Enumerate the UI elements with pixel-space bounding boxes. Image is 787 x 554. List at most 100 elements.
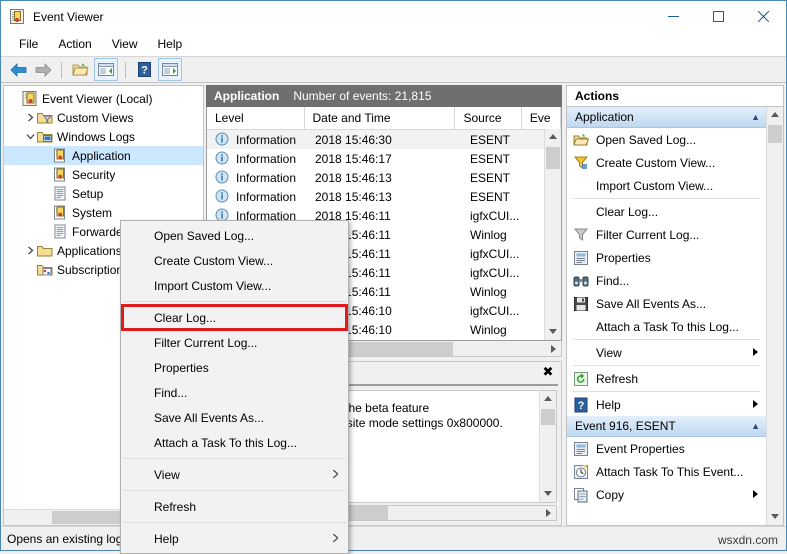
column-source[interactable]: Source [455, 107, 522, 129]
detail-scroll-track[interactable] [540, 407, 556, 486]
tree-item-setup[interactable]: Setup [4, 184, 203, 203]
action-item-refresh[interactable]: Refresh [567, 367, 766, 390]
column-level[interactable]: Level [207, 107, 305, 129]
detail-vertical-scrollbar[interactable] [539, 391, 556, 502]
scroll-right-icon[interactable] [545, 342, 561, 356]
detail-scroll-thumb[interactable] [541, 409, 555, 425]
actions-separator [573, 365, 760, 366]
action-item-help[interactable]: ? Help [567, 393, 766, 416]
watermark: wsxdn.com [717, 533, 778, 547]
forward-icon[interactable] [32, 59, 54, 80]
back-icon[interactable] [7, 59, 29, 80]
context-menu-item-import-custom-view[interactable]: Import Custom View... [121, 273, 348, 298]
tree-item-custom-views[interactable]: Custom Views [4, 108, 203, 127]
tree-item-application[interactable]: Application [4, 146, 203, 165]
minimize-button[interactable] [651, 1, 696, 32]
binoculars-icon [573, 273, 589, 289]
help-icon[interactable]: ? [133, 59, 155, 80]
context-menu-item-find[interactable]: Find... [121, 380, 348, 405]
detail-scroll-right-icon[interactable] [540, 506, 556, 520]
scroll-down-icon[interactable] [545, 324, 561, 340]
context-menu-item-view[interactable]: View [121, 462, 348, 487]
menu-action[interactable]: Action [48, 34, 101, 54]
action-item-label: Find... [596, 273, 630, 288]
column-event-id[interactable]: Eve [522, 107, 561, 129]
svg-text:?: ? [578, 400, 585, 412]
action-item-find[interactable]: Find... [567, 269, 766, 292]
detail-scroll-down-icon[interactable] [540, 486, 556, 502]
context-menu-item-filter-current-log[interactable]: Filter Current Log... [121, 330, 348, 355]
context-menu[interactable]: Open Saved Log... Create Custom View... Im… [120, 220, 349, 554]
tree-item-windows-logs[interactable]: Windows Logs [4, 127, 203, 146]
tree-item-security[interactable]: Security [4, 165, 203, 184]
action-item-import-custom-view[interactable]: Import Custom View... [567, 174, 766, 197]
tree-item-label: Custom Views [57, 110, 134, 125]
action-item-create-custom-view[interactable]: Create Custom View... [567, 151, 766, 174]
table-row[interactable]: Information 2018 15:46:17 ESENT [207, 149, 561, 168]
cell-source: igfxCUI... [470, 208, 520, 223]
actions-group-header[interactable]: Application ▲ [567, 107, 766, 128]
context-menu-item-create-custom-view[interactable]: Create Custom View... [121, 248, 348, 273]
context-menu-item-refresh[interactable]: Refresh [121, 494, 348, 519]
open-folder-icon[interactable] [69, 59, 91, 80]
actions-scroll-track[interactable] [767, 123, 783, 509]
list-header: Application Number of events: 21,815 [206, 85, 562, 107]
actions-group-header[interactable]: Event 916, ESENT ▲ [567, 416, 766, 437]
detail-scroll-up-icon[interactable] [540, 391, 556, 407]
actions-vertical-scrollbar[interactable] [766, 107, 783, 525]
context-menu-item-attach-a-task-to-this-log[interactable]: Attach a Task To this Log... [121, 430, 348, 455]
actions-scroll-down-icon[interactable] [767, 509, 783, 525]
chevron-right-icon[interactable] [23, 111, 37, 125]
actions-scroll-up-icon[interactable] [767, 107, 783, 123]
list-vertical-scrollbar[interactable] [544, 129, 561, 340]
menu-help[interactable]: Help [148, 34, 193, 54]
menu-file[interactable]: File [9, 34, 48, 54]
context-menu-item-help[interactable]: Help [121, 526, 348, 551]
context-menu-item-clear-log[interactable]: Clear Log... [121, 305, 348, 330]
close-button[interactable] [741, 1, 786, 32]
action-item-save-all-events-as[interactable]: Save All Events As... [567, 292, 766, 315]
actions-scroll-thumb[interactable] [768, 125, 782, 143]
action-item-attach-task-to-this-event[interactable]: Attach Task To This Event... [567, 460, 766, 483]
action-item-label: Create Custom View... [596, 155, 716, 170]
log-shield-icon [52, 148, 68, 164]
show-hide-action-pane-icon[interactable] [158, 58, 182, 81]
action-item-attach-a-task-to-this-log[interactable]: Attach a Task To this Log... [567, 315, 766, 338]
scroll-up-icon[interactable] [545, 129, 561, 145]
context-menu-item-properties[interactable]: Properties [121, 355, 348, 380]
chevron-down-icon[interactable] [23, 130, 37, 144]
tree-item-label: Application [72, 148, 131, 163]
list-header-name: Application [214, 89, 280, 103]
show-hide-console-tree-icon[interactable] [94, 58, 118, 81]
context-menu-item-open-saved-log[interactable]: Open Saved Log... [121, 223, 348, 248]
table-row[interactable]: Information 2018 15:46:13 ESENT [207, 187, 561, 206]
chevron-right-icon[interactable] [23, 244, 37, 258]
collapse-caret-icon[interactable]: ▲ [751, 112, 760, 122]
context-menu-item-label: Save All Events As... [154, 410, 265, 425]
action-item-copy[interactable]: Copy [567, 483, 766, 506]
context-menu-item-save-all-events-as[interactable]: Save All Events As... [121, 405, 348, 430]
action-item-label: Copy [596, 487, 625, 502]
context-menu-separator [123, 301, 346, 302]
action-item-filter-current-log[interactable]: Filter Current Log... [567, 223, 766, 246]
action-item-open-saved-log[interactable]: Open Saved Log... [567, 128, 766, 151]
action-item-clear-log[interactable]: Clear Log... [567, 200, 766, 223]
column-date-time[interactable]: Date and Time [305, 107, 456, 129]
actions-list[interactable]: Application ▲ Open Saved Log... Create Cust… [567, 107, 766, 525]
action-item-properties[interactable]: Properties [567, 246, 766, 269]
list-scroll-track[interactable] [545, 145, 561, 324]
maximize-button[interactable] [696, 1, 741, 32]
menu-view[interactable]: View [102, 34, 148, 54]
cell-source: ESENT [470, 151, 511, 166]
list-scroll-thumb[interactable] [546, 147, 560, 169]
action-item-view[interactable]: View [567, 341, 766, 364]
table-row[interactable]: Information 2018 15:46:30 ESENT [207, 130, 561, 149]
table-row[interactable]: Information 2018 15:46:13 ESENT [207, 168, 561, 187]
status-bar: Opens an existing log file. wsxdn.com [1, 526, 786, 550]
collapse-caret-icon[interactable]: ▲ [751, 421, 760, 431]
close-icon[interactable]: ✖ [541, 364, 555, 379]
action-item-label: Help [596, 397, 621, 412]
action-item-event-properties[interactable]: Event Properties [567, 437, 766, 460]
tree-item-event-viewer-local[interactable]: Event Viewer (Local) [4, 89, 203, 108]
